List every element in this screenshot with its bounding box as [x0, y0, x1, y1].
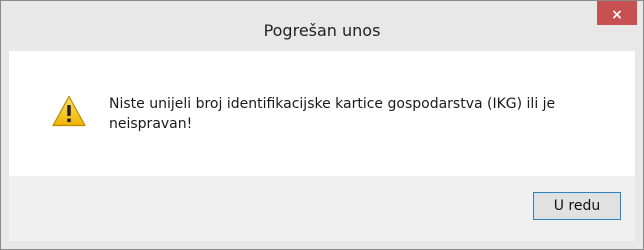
- dialog-body: Niste unijeli broj identifikacijske kart…: [9, 51, 635, 241]
- title-bar[interactable]: Pogrešan unos ×: [1, 1, 643, 51]
- close-button[interactable]: ×: [597, 1, 637, 25]
- dialog-message: Niste unijeli broj identifikacijske kart…: [109, 96, 556, 132]
- button-bar: U redu: [9, 176, 635, 241]
- dialog-window: Pogrešan unos × Niste unijeli broj ident…: [0, 0, 644, 250]
- warning-icon: [52, 95, 86, 127]
- dialog-title: Pogrešan unos: [263, 21, 381, 40]
- message-area: Niste unijeli broj identifikacijske kart…: [9, 51, 635, 176]
- close-icon: ×: [611, 7, 623, 23]
- ok-button[interactable]: U redu: [533, 192, 621, 220]
